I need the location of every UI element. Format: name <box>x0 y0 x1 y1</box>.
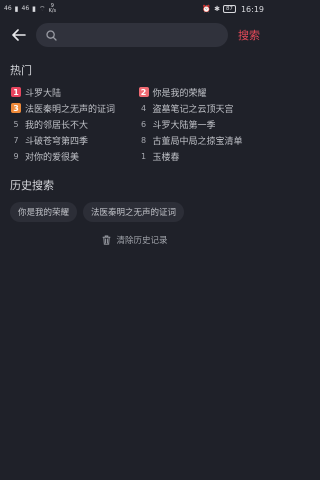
history-chip[interactable]: 法医秦明之无声的证词 <box>83 202 185 222</box>
hot-item[interactable]: 1 玉楼春 <box>139 148 261 164</box>
hot-section-title: 热门 <box>10 64 32 77</box>
hot-item[interactable]: 6 斗罗大陆第一季 <box>139 116 261 132</box>
signal-indicator-1: 46 <box>4 5 12 12</box>
rank-number: 4 <box>140 103 147 113</box>
signal-indicator-2: 46 <box>21 5 30 12</box>
hot-item[interactable]: 2 你是我的荣耀 <box>138 84 261 100</box>
search-icon <box>46 29 57 41</box>
rank-number: 5 <box>13 119 19 129</box>
history-chip[interactable]: 你是我的荣耀 <box>10 202 78 222</box>
rank-badge: 1 <box>11 87 21 97</box>
rank-number: 8 <box>140 135 147 145</box>
history-list: 你是我的荣耀 法医秦明之无声的证词 <box>0 193 270 222</box>
rank-number: 9 <box>13 151 19 161</box>
hot-item-label: 盗墓笔记之云顶天宫 <box>152 104 234 115</box>
search-input[interactable] <box>63 30 228 40</box>
net-speed: 9 K/s <box>49 4 57 14</box>
status-right: ⏰ ✱ 87 16:19 <box>202 5 264 14</box>
rank-number: 6 <box>140 119 147 129</box>
battery-level: 87 <box>225 6 233 12</box>
rank-number: 1 <box>140 151 147 161</box>
hot-item-label: 斗破苍穹第四季 <box>25 136 89 147</box>
hot-item-label: 法医秦明之无声的证词 <box>25 104 116 115</box>
clock: 16:19 <box>240 4 264 14</box>
net-speed-unit: K/s <box>48 8 57 14</box>
hot-item[interactable]: 9 对你的爱很美 <box>11 148 133 164</box>
hot-item[interactable]: 8 古董局中局之掠宝清单 <box>139 132 261 148</box>
hot-item-label: 你是我的荣耀 <box>152 88 207 99</box>
hot-item-label: 对你的爱很美 <box>25 152 80 163</box>
signal-icon: ▮ <box>32 5 36 13</box>
arrow-left-icon <box>12 29 26 41</box>
hot-list: 1 斗罗大陆 2 你是我的荣耀 3 法医秦明之无声的证词 4 盗墓笔记之云顶天宫… <box>0 78 270 164</box>
history-section-title: 历史搜索 <box>10 179 54 192</box>
hot-item[interactable]: 7 斗破苍穹第四季 <box>11 132 133 148</box>
trash-icon <box>103 235 111 245</box>
clear-history-label: 清除历史记录 <box>116 236 168 246</box>
bluetooth-icon: ✱ <box>214 5 220 13</box>
rank-badge: 3 <box>11 103 21 113</box>
rank-badge: 2 <box>138 87 149 97</box>
hot-item-label: 斗罗大陆 <box>25 88 62 99</box>
hot-item[interactable]: 4 盗墓笔记之云顶天宫 <box>139 100 261 116</box>
alarm-icon: ⏰ <box>202 5 212 13</box>
search-header: 搜索 <box>0 20 270 50</box>
status-left: 46 ▮ 46 ▮ ⌔ 9 K/s <box>4 4 56 14</box>
wifi-icon: ⌔ <box>39 4 46 13</box>
hot-item-label: 我的邻居长不大 <box>25 120 89 131</box>
search-button[interactable]: 搜索 <box>238 27 260 43</box>
signal-icon: ▮ <box>14 5 19 13</box>
search-bar[interactable] <box>36 23 228 47</box>
back-button[interactable] <box>10 26 28 44</box>
rank-number: 7 <box>13 135 19 145</box>
hot-item-label: 玉楼春 <box>152 152 180 163</box>
hot-item-label: 古董局中局之掠宝清单 <box>152 136 243 147</box>
hot-item[interactable]: 5 我的邻居长不大 <box>11 116 133 132</box>
battery-icon: 87 <box>222 5 236 13</box>
hot-item[interactable]: 1 斗罗大陆 <box>11 84 133 100</box>
hot-item[interactable]: 3 法医秦明之无声的证词 <box>11 100 133 116</box>
clear-history-button[interactable]: 清除历史记录 <box>0 234 270 246</box>
status-bar: 46 ▮ 46 ▮ ⌔ 9 K/s ⏰ ✱ 87 16:19 <box>0 0 270 18</box>
hot-item-label: 斗罗大陆第一季 <box>152 120 216 131</box>
